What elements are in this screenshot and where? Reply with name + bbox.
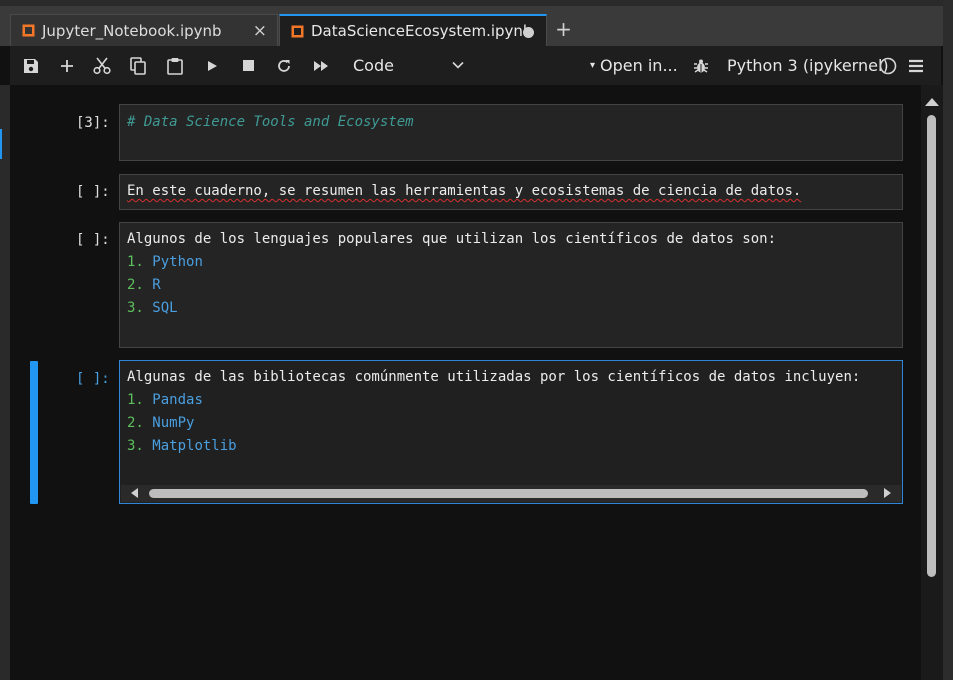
scrollbar-thumb[interactable] [149, 489, 868, 498]
stop-icon [242, 60, 254, 71]
list-item-text: Matplotlib [152, 438, 237, 454]
play-icon [208, 60, 217, 71]
active-cell-collapser[interactable] [30, 361, 38, 504]
code-cell-input[interactable]: # Data Science Tools and Ecosystem [119, 104, 903, 161]
refresh-icon [278, 59, 290, 72]
cell-type-value: Code [353, 56, 394, 75]
debugger-button[interactable] [691, 46, 711, 85]
notebook-vertical-scrollbar[interactable] [921, 85, 943, 680]
cell-prompt: [ ]: [76, 371, 110, 387]
kernel-status [877, 46, 899, 85]
cell-text-line: Algunas de las bibliotecas comúnmente ut… [127, 369, 861, 385]
unsaved-indicator-icon[interactable] [523, 27, 534, 38]
scroll-up-icon[interactable] [925, 98, 939, 106]
save-icon [24, 58, 38, 73]
list-item-text: NumPy [152, 415, 195, 431]
tab-bar: Jupyter_Notebook.ipynb × DataScienceEcos… [0, 0, 953, 46]
tab-datascience-ecosystem[interactable]: DataScienceEcosystem.ipynb [279, 14, 547, 46]
tab-label: Jupyter_Notebook.ipynb [42, 21, 222, 40]
list-number: 3. [127, 300, 144, 316]
active-code-cell-input[interactable]: Algunas de las bibliotecas comúnmente ut… [119, 360, 903, 504]
caret-down-icon: ▾ [590, 60, 596, 71]
list-number: 2. [127, 277, 144, 293]
list-item-text: SQL [152, 300, 178, 316]
window-right-border [943, 0, 953, 680]
cell-prompt: [ ]: [76, 232, 110, 248]
cut-button[interactable] [91, 46, 113, 85]
fast-forward-icon [314, 60, 328, 71]
copy-icon [130, 56, 146, 75]
left-panel-edge [0, 85, 10, 680]
kernel-name-button[interactable]: Python 3 (ipykernel) [727, 46, 889, 85]
cell-horizontal-scrollbar[interactable] [121, 485, 901, 502]
cell-text-line: En este cuaderno, se resumen las herrami… [127, 183, 802, 199]
new-tab-button[interactable]: + [550, 14, 577, 44]
menu-button[interactable] [905, 46, 927, 85]
run-button[interactable] [201, 46, 223, 85]
list-item-text: Python [152, 254, 203, 270]
cell-prompt: [3]: [76, 115, 110, 131]
scissors-icon [93, 57, 111, 74]
insert-cell-button[interactable] [56, 46, 78, 85]
plus-icon [61, 59, 73, 72]
cell-prompt: [ ]: [76, 184, 110, 200]
close-tab-icon[interactable]: × [253, 21, 267, 41]
open-in-label: Open in... [600, 56, 678, 75]
cell-text-line: Algunos de los lenguajes populares que u… [127, 231, 777, 247]
clipboard-icon [167, 57, 183, 75]
list-number: 1. [127, 392, 144, 408]
tab-label: DataScienceEcosystem.ipynb [311, 22, 533, 40]
open-in-dropdown[interactable]: ▾ Open in... [590, 46, 678, 85]
interrupt-button[interactable] [237, 46, 259, 85]
list-item-text: R [152, 277, 161, 293]
hamburger-menu-icon [909, 59, 923, 72]
list-number: 3. [127, 438, 144, 454]
run-all-button[interactable] [309, 46, 333, 85]
code-cell-input[interactable]: Algunos de los lenguajes populares que u… [119, 222, 903, 348]
scroll-left-icon[interactable] [131, 488, 138, 498]
code-comment: # Data Science Tools and Ecosystem [127, 114, 414, 130]
scroll-right-icon[interactable] [884, 488, 891, 498]
list-number: 2. [127, 415, 144, 431]
save-button[interactable] [20, 46, 42, 85]
list-number: 1. [127, 254, 144, 270]
notebook-icon [22, 24, 35, 37]
left-panel-indicator [0, 129, 2, 159]
bug-icon [694, 59, 708, 73]
scrollbar-thumb[interactable] [927, 115, 936, 577]
cell-type-dropdown[interactable]: Code [353, 46, 465, 85]
copy-button[interactable] [127, 46, 149, 85]
notebook-toolbar: Code ▾ Open in... Python 3 (ipykernel) [10, 46, 941, 86]
chevron-down-icon [452, 61, 464, 69]
tab-jupyter-notebook[interactable]: Jupyter_Notebook.ipynb × [10, 14, 278, 46]
kernel-idle-icon [879, 57, 897, 74]
restart-button[interactable] [273, 46, 295, 85]
list-item-text: Pandas [152, 392, 203, 408]
notebook-panel: [3]: # Data Science Tools and Ecosystem … [10, 85, 921, 680]
notebook-icon [291, 25, 304, 37]
paste-button[interactable] [164, 46, 186, 85]
code-cell-input[interactable]: En este cuaderno, se resumen las herrami… [119, 174, 903, 210]
